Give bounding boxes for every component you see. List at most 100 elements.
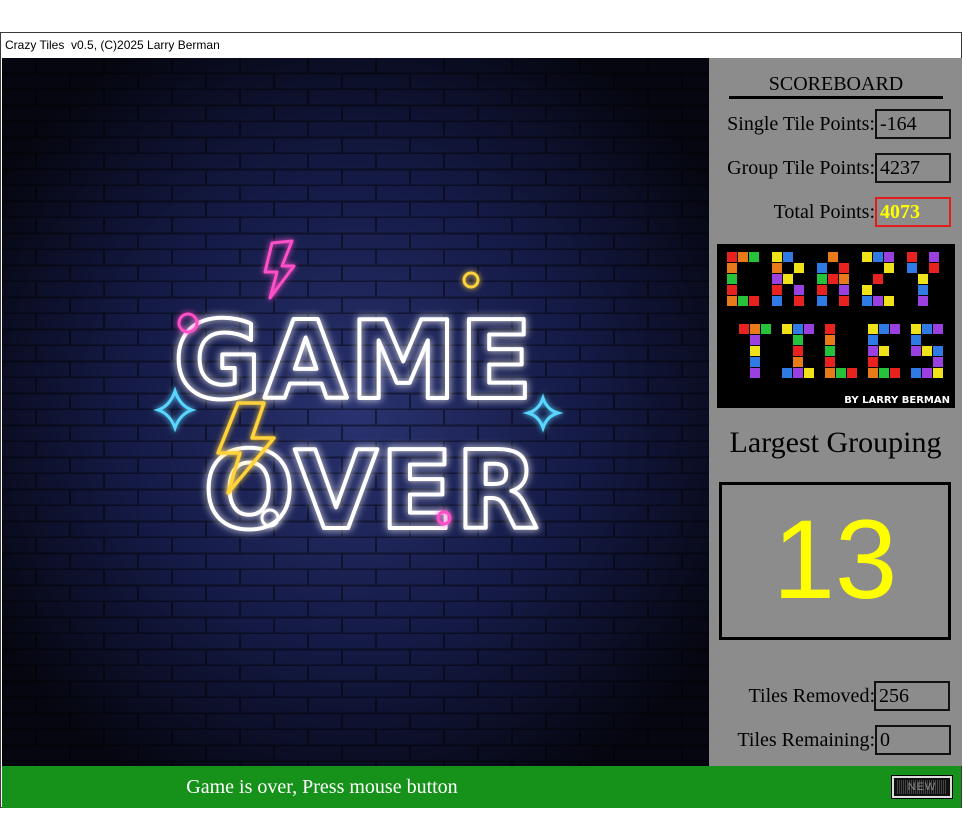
logo-tile (749, 296, 759, 306)
logo-tile (772, 252, 782, 262)
logo-tile (933, 324, 943, 334)
logo-tile (750, 346, 760, 356)
logo-tile (918, 285, 928, 295)
game-board[interactable]: GAME OVER (2, 58, 709, 766)
logo-tile (839, 263, 849, 273)
scoreboard-panel: SCOREBOARD Single Tile Points: -164 Grou… (709, 58, 962, 766)
logo-tile (817, 285, 827, 295)
game-text: GAME (173, 299, 534, 424)
crazy-tiles-logo: BY LARRY BERMAN (717, 244, 955, 408)
logo-tile (782, 368, 792, 378)
logo-tile (783, 274, 793, 284)
logo-tile (929, 252, 939, 262)
logo-tile (862, 296, 872, 306)
logo-tile (862, 285, 872, 295)
logo-tile (817, 296, 827, 306)
logo-tile (911, 368, 921, 378)
tiles-remaining-value: 0 (875, 725, 951, 755)
new-game-button[interactable]: NEW (891, 775, 953, 799)
logo-tile (825, 346, 835, 356)
logo-tile (868, 324, 878, 334)
logo-tile (761, 324, 771, 334)
largest-grouping-box: 13 (719, 482, 951, 640)
logo-tile (750, 357, 760, 367)
logo-tile (738, 296, 748, 306)
logo-tile (839, 296, 849, 306)
logo-tile (817, 263, 827, 273)
logo-tile (749, 252, 759, 262)
logo-tile (879, 324, 889, 334)
game-over-graphic: GAME OVER (2, 58, 709, 766)
logo-tile (933, 357, 943, 367)
total-points-label: Total Points: (773, 201, 875, 223)
largest-grouping-label: Largest Grouping (729, 426, 942, 459)
logo-tile (911, 346, 921, 356)
logo-tile (868, 346, 878, 356)
logo-tile (839, 274, 849, 284)
logo-tile (847, 368, 857, 378)
total-points-value: 4073 (875, 197, 951, 227)
logo-tile (727, 285, 737, 295)
logo-tile (793, 357, 803, 367)
logo-tile (911, 335, 921, 345)
logo-tile (828, 274, 838, 284)
logo-tile (907, 252, 917, 262)
tiles-remaining-label: Tiles Remaining: (737, 729, 875, 751)
window-titlebar: Crazy Tiles v0.5, (C)2025 Larry Berman (1, 33, 961, 57)
logo-tile (890, 324, 900, 334)
logo-tile (868, 335, 878, 345)
app-window: Crazy Tiles v0.5, (C)2025 Larry Berman G… (0, 32, 962, 808)
logo-tile (929, 263, 939, 273)
logo-tile (868, 368, 878, 378)
logo-tile (794, 296, 804, 306)
logo-tile (727, 263, 737, 273)
logo-tile (804, 368, 814, 378)
logo-tile (750, 335, 760, 345)
logo-tile (884, 296, 894, 306)
status-bar: Game is over, Press mouse button NEW (2, 766, 961, 808)
logo-tile (794, 263, 804, 273)
logo-tile (793, 335, 803, 345)
logo-tile (825, 357, 835, 367)
logo-tile (727, 274, 737, 284)
logo-byline: BY LARRY BERMAN (844, 395, 950, 406)
new-game-button-label: NEW (897, 780, 947, 794)
logo-tile (727, 296, 737, 306)
logo-tile (727, 252, 737, 262)
logo-tile (918, 296, 928, 306)
logo-tile (817, 274, 827, 284)
status-message: Game is over, Press mouse button (186, 776, 458, 798)
logo-tile (783, 252, 793, 262)
logo-tile (739, 324, 749, 334)
logo-tile (793, 346, 803, 356)
logo-tile (922, 346, 932, 356)
logo-tile (873, 252, 883, 262)
logo-tile (879, 346, 889, 356)
logo-tile (873, 274, 883, 284)
logo-tile (884, 252, 894, 262)
logo-tile (890, 368, 900, 378)
logo-tiles: BY LARRY BERMAN (727, 252, 950, 406)
logo-tile (772, 274, 782, 284)
scoreboard-divider (729, 96, 943, 99)
logo-tile (738, 252, 748, 262)
logo-tile (828, 252, 838, 262)
single-tile-points-value: -164 (875, 109, 951, 139)
logo-tile (793, 368, 803, 378)
logo-tile (839, 285, 849, 295)
logo-tile (825, 368, 835, 378)
group-tile-points-value: 4237 (875, 153, 951, 183)
logo-tile (825, 335, 835, 345)
group-tile-points-label: Group Tile Points: (727, 157, 875, 179)
tiles-removed-label: Tiles Removed: (748, 685, 876, 707)
logo-tile (911, 324, 921, 334)
logo-tile (794, 285, 804, 295)
logo-tile (922, 324, 932, 334)
over-text: OVER (203, 429, 540, 554)
logo-tile (862, 252, 872, 262)
logo-tile (918, 274, 928, 284)
logo-tile (933, 368, 943, 378)
logo-tile (793, 324, 803, 334)
logo-tile (825, 324, 835, 334)
logo-tile (804, 324, 814, 334)
